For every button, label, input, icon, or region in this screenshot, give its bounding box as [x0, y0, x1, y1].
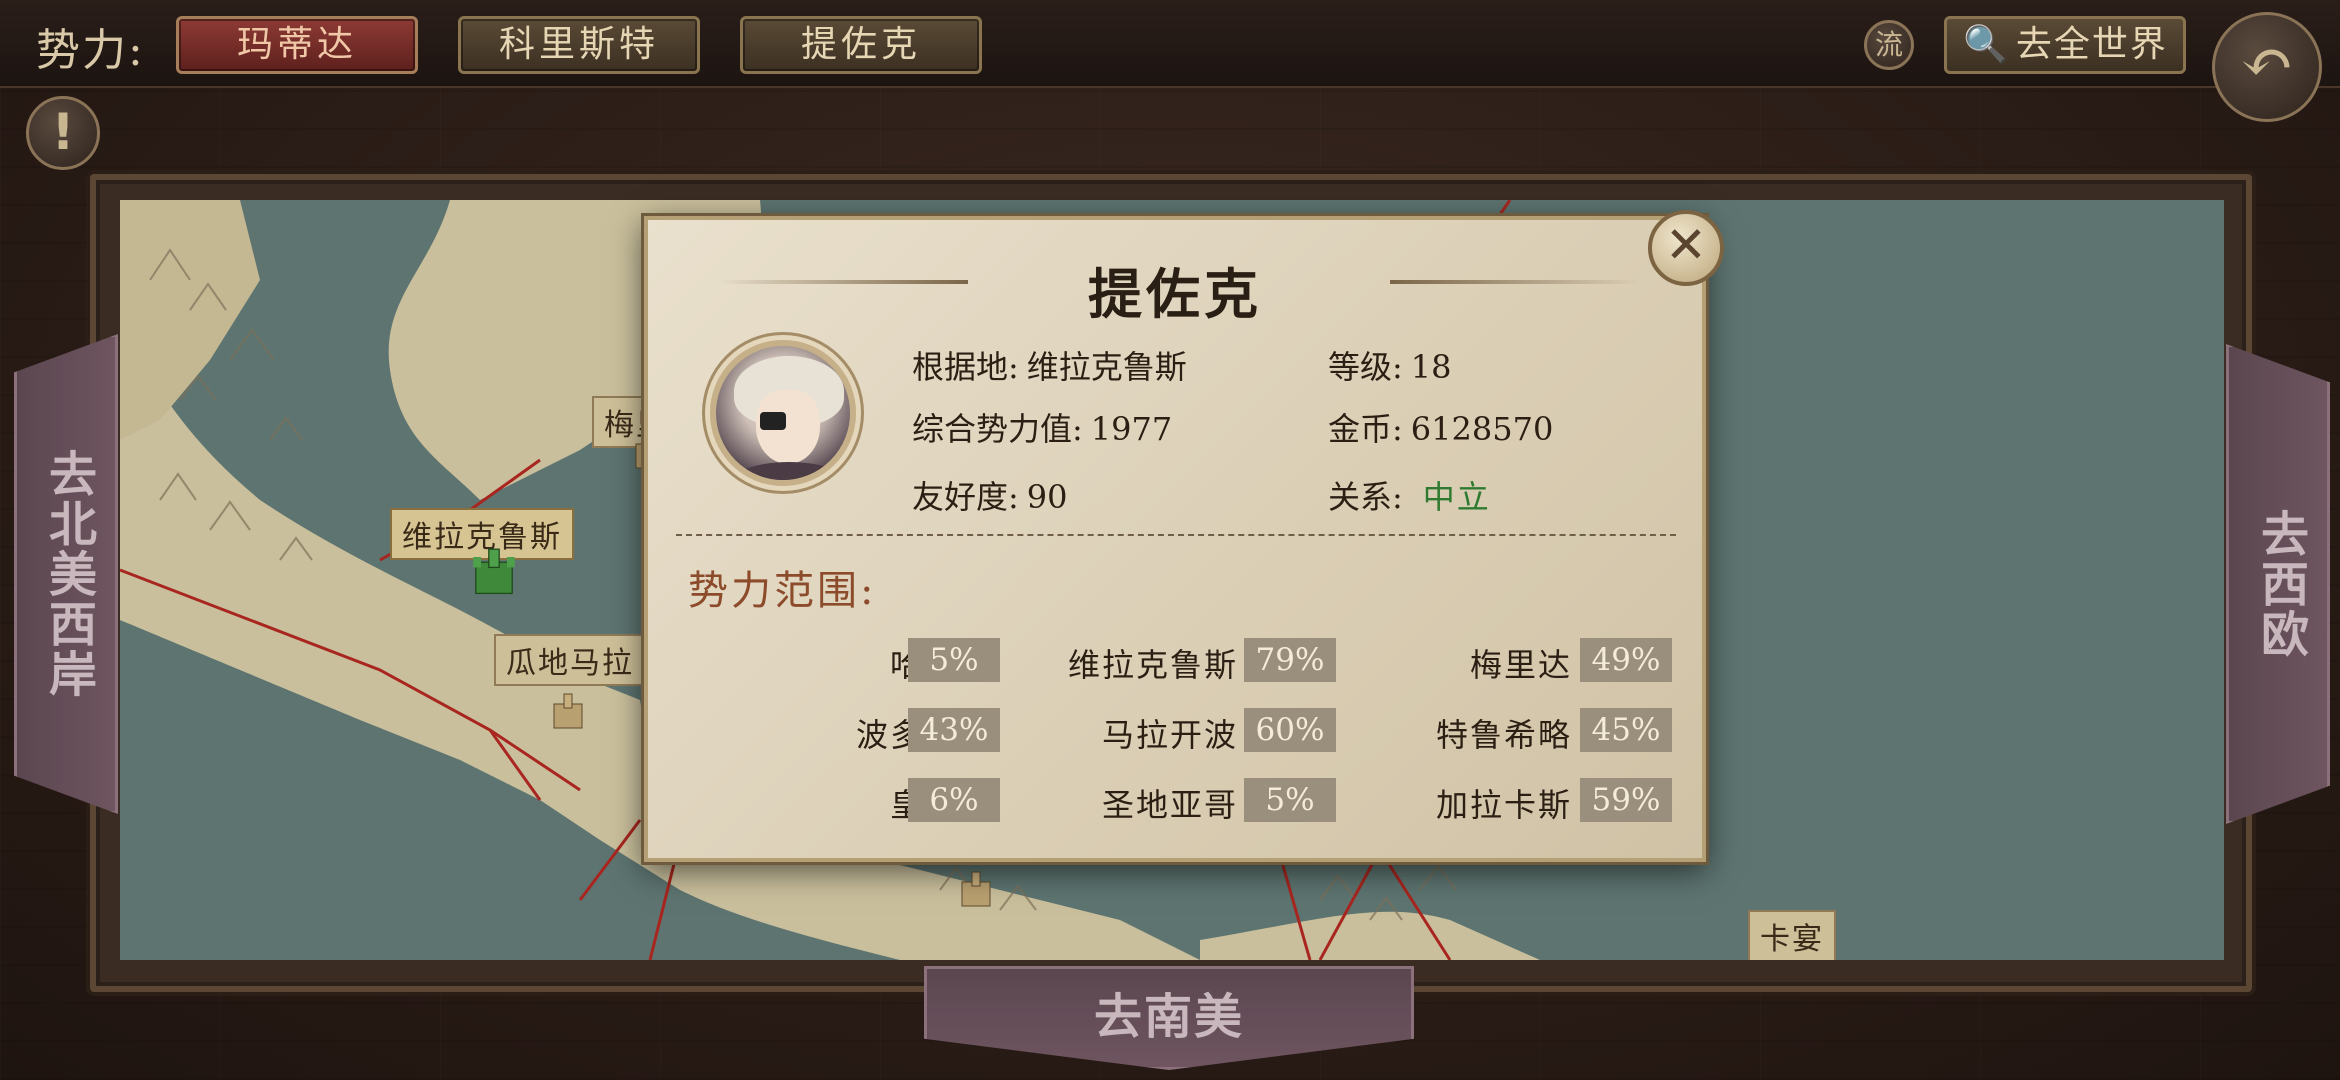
range-title: 势力范围:: [688, 568, 877, 614]
relation-value: 中立: [1422, 478, 1491, 516]
base-info: 根据地: 维拉克鲁斯: [912, 342, 1187, 388]
range-name: 维拉克鲁斯: [1067, 646, 1238, 684]
search-icon: 🔍: [1963, 24, 2010, 65]
green-castle-icon[interactable]: [468, 544, 520, 596]
range-name: 马拉开波: [1101, 716, 1238, 754]
range-name: 梅里达: [1469, 646, 1572, 684]
range-name: 加拉卡斯: [1435, 786, 1572, 824]
flow-button[interactable]: 流: [1864, 20, 1914, 70]
gold-label: 金币:: [1328, 410, 1403, 448]
alert-icon: !: [51, 103, 75, 161]
range-percent: 45%: [1580, 708, 1672, 752]
go-north-america-west-button[interactable]: 去北美西岸: [14, 334, 118, 814]
alert-button[interactable]: !: [26, 96, 100, 170]
back-arrow-icon: ↶: [2240, 26, 2294, 100]
power-info: 综合势力值: 1977: [912, 404, 1172, 450]
faction-info-modal: 提佐克 ✕ 根据地: 维拉克鲁斯 等级: 18 综合势力值: 1977 金币: 6128…: [644, 210, 1724, 862]
tab-faction-1[interactable]: 玛蒂达: [176, 16, 418, 74]
power-label: 综合势力值:: [912, 410, 1083, 448]
top-bar: 势力: 玛蒂达 科里斯特 提佐克 流 🔍 去全世界 ↶: [0, 0, 2340, 122]
tab-faction-3[interactable]: 提佐克: [740, 16, 982, 74]
range-percent: 49%: [1580, 638, 1672, 682]
base-value: 维拉克鲁斯: [1026, 348, 1187, 386]
go-west-europe-button[interactable]: 去西欧: [2226, 344, 2330, 824]
level-label: 等级:: [1328, 348, 1403, 386]
range-name: 特鲁希略: [1435, 716, 1572, 754]
friendship-value: 90: [1026, 478, 1068, 516]
world-search-label: 去全世界: [2015, 24, 2168, 65]
divider: [676, 534, 1676, 536]
friendship-info: 友好度: 90: [912, 472, 1068, 518]
castle-icon[interactable]: [548, 690, 588, 730]
gold-info: 金币: 6128570: [1328, 404, 1553, 450]
back-button[interactable]: ↶: [2212, 12, 2322, 122]
range-percent: 59%: [1580, 778, 1672, 822]
close-button[interactable]: ✕: [1648, 210, 1724, 286]
friendship-label: 友好度:: [912, 478, 1019, 516]
map-label-cayenne[interactable]: 卡宴: [1748, 910, 1836, 960]
gold-value: 6128570: [1410, 410, 1554, 448]
faction-label: 势力:: [36, 25, 145, 76]
close-icon: ✕: [1665, 216, 1707, 274]
world-search-button[interactable]: 🔍 去全世界: [1944, 16, 2186, 74]
range-name: 圣地亚哥: [1101, 786, 1238, 824]
modal-title: 提佐克: [1088, 262, 1262, 326]
relation-label: 关系:: [1328, 478, 1403, 516]
level-info: 等级: 18: [1328, 342, 1452, 388]
map-label-guatemala[interactable]: 瓜地马拉: [494, 634, 646, 686]
power-value: 1977: [1090, 410, 1173, 448]
relation-info: 关系: 中立: [1328, 472, 1491, 518]
tab-faction-2[interactable]: 科里斯特: [458, 16, 700, 74]
base-label: 根据地:: [912, 348, 1019, 386]
avatar: [710, 340, 856, 486]
level-value: 18: [1410, 348, 1452, 386]
castle-icon[interactable]: [956, 868, 996, 908]
